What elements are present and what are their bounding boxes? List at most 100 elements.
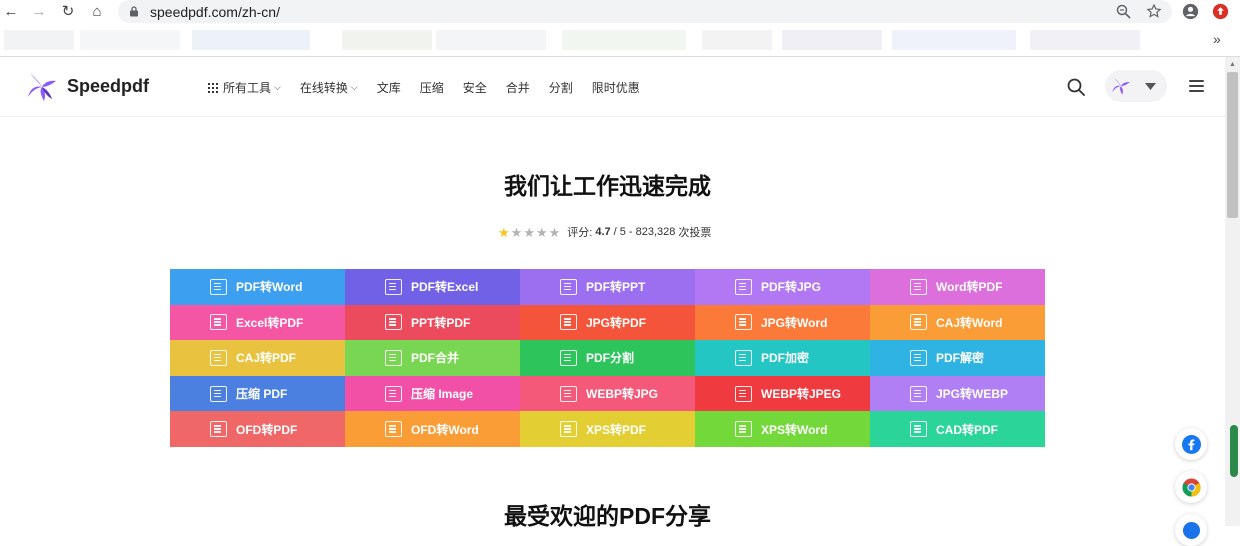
bookmarks-overflow-chevron[interactable]: »	[1213, 31, 1221, 47]
star-filled-icon: ★	[498, 224, 510, 240]
menu-item-7[interactable]: 限时优惠	[592, 79, 640, 96]
home-icon[interactable]: ⌂	[89, 4, 105, 20]
tool-button[interactable]: JPG转Word	[695, 304, 870, 341]
bookmark-item[interactable]	[702, 30, 772, 50]
tool-button[interactable]: JPG转PDF	[520, 304, 695, 341]
tool-button[interactable]: PDF合并	[345, 340, 520, 376]
user-menu[interactable]	[1105, 70, 1167, 102]
tool-button[interactable]: CAJ转PDF	[170, 340, 345, 376]
reload-icon[interactable]: ↻	[60, 4, 76, 20]
chevron-down-icon: ⌵	[350, 82, 358, 92]
bookmark-item[interactable]	[342, 30, 432, 50]
bookmark-item[interactable]	[1030, 30, 1140, 50]
chrome-icon	[1181, 477, 1201, 497]
document-icon	[385, 278, 402, 295]
share-button[interactable]	[1175, 514, 1207, 546]
search-icon[interactable]	[1066, 77, 1086, 97]
menu-item-3[interactable]: 压缩	[420, 79, 444, 96]
tool-button[interactable]: PDF转JPG	[695, 269, 870, 305]
tool-button[interactable]: 压缩 PDF	[170, 375, 345, 412]
menu-item-4[interactable]: 安全	[463, 79, 487, 96]
tool-button[interactable]: CAJ转Word	[870, 304, 1045, 341]
caret-down-icon	[1145, 82, 1156, 90]
chevron-down-icon: ⌵	[274, 82, 281, 92]
document-icon	[210, 278, 227, 295]
tool-button[interactable]: XPS转PDF	[520, 411, 695, 447]
tool-button[interactable]: Excel转PDF	[170, 304, 345, 341]
tool-button[interactable]: PDF解密	[870, 340, 1045, 376]
tool-button[interactable]: 压缩 Image	[345, 375, 520, 412]
bookmark-item[interactable]	[782, 30, 882, 50]
bookmark-item[interactable]	[562, 30, 686, 50]
document-icon	[560, 385, 577, 402]
zoom-icon[interactable]	[1116, 4, 1131, 19]
document-icon	[210, 385, 227, 402]
tool-label: XPS转PDF	[586, 422, 647, 437]
menu-item-label: 安全	[462, 81, 487, 95]
tool-button[interactable]: PDF转Word	[170, 269, 345, 305]
tool-button[interactable]: PDF分割	[520, 340, 695, 376]
document-icon	[910, 349, 927, 366]
forward-arrow-icon[interactable]: →	[31, 4, 47, 20]
speedpdf-logo-icon[interactable]	[26, 71, 58, 103]
back-arrow-icon[interactable]: ←	[3, 4, 19, 20]
menu-item-1[interactable]: 在线转换 ⌵	[300, 79, 358, 96]
tool-button[interactable]: OFD转PDF	[170, 411, 345, 447]
menu-item-5[interactable]: 合并	[506, 79, 530, 96]
bookmark-item[interactable]	[4, 30, 74, 50]
chrome-share-button[interactable]	[1175, 471, 1207, 503]
tool-button[interactable]: PDF转Excel	[345, 269, 520, 305]
menu-item-0[interactable]: 所有工具 ⌵	[208, 79, 281, 96]
scroll-up-arrow-icon[interactable]: ▲	[1229, 61, 1236, 68]
document-icon	[560, 349, 577, 366]
tool-button[interactable]: WEBP转JPEG	[695, 375, 870, 412]
scrollbar-thumb[interactable]	[1227, 72, 1238, 218]
document-icon	[560, 314, 577, 331]
bookmark-star-icon[interactable]	[1146, 3, 1162, 19]
bookmark-item[interactable]	[192, 30, 310, 50]
tools-grid: PDF转Word PDF转Excel PDF转PPT PDF转JPG Word转PDF E…	[170, 269, 1045, 447]
tool-button[interactable]: JPG转WEBP	[870, 375, 1045, 412]
tool-button[interactable]: OFD转Word	[345, 411, 520, 447]
address-bar[interactable]: speedpdf.com/zh-cn/	[118, 0, 1172, 23]
menu-item-label: 在线转换	[299, 81, 348, 95]
tool-label: PDF转PPT	[586, 280, 646, 295]
document-icon	[385, 385, 402, 402]
profile-icon[interactable]	[1182, 3, 1199, 20]
share-panel-handle[interactable]	[1230, 425, 1238, 477]
tool-label: OFD转PDF	[236, 422, 298, 437]
star-rating: ★ ★ ★ ★ ★	[498, 226, 561, 239]
url-text: speedpdf.com/zh-cn/	[150, 3, 280, 20]
tool-button[interactable]: XPS转Word	[695, 411, 870, 447]
tool-label: WEBP转JPG	[586, 387, 659, 402]
tool-button[interactable]: WEBP转JPG	[520, 375, 695, 412]
bookmark-item[interactable]	[436, 30, 546, 50]
menu-item-2[interactable]: 文库	[377, 79, 401, 96]
facebook-share-button[interactable]	[1175, 428, 1207, 460]
rating-label: 评分:	[567, 227, 593, 239]
menu-item-6[interactable]: 分割	[549, 79, 573, 96]
main-menu: 所有工具 ⌵ 在线转换 ⌵ 文库 压缩 安全 合并 分割 限时优惠	[208, 79, 659, 96]
tool-label: CAJ转PDF	[236, 351, 297, 366]
rating-votes-suffix: 次投票	[678, 227, 712, 239]
tool-button[interactable]: Word转PDF	[870, 269, 1045, 305]
update-icon[interactable]	[1212, 3, 1229, 20]
bookmark-item[interactable]	[892, 30, 1016, 50]
tool-label: PDF转JPG	[761, 280, 822, 295]
document-icon	[560, 278, 577, 295]
tool-button[interactable]: CAD转PDF	[870, 411, 1045, 447]
document-icon	[735, 385, 752, 402]
tool-button[interactable]: PPT转PDF	[345, 304, 520, 341]
tool-button[interactable]: PDF加密	[695, 340, 870, 376]
document-icon	[735, 278, 752, 295]
rating-scale: / 5 -	[613, 226, 633, 238]
bookmark-item[interactable]	[80, 30, 180, 50]
tool-label: PDF转Word	[236, 280, 303, 295]
document-icon	[735, 314, 752, 331]
tool-button[interactable]: PDF转PPT	[520, 269, 695, 305]
share-icon	[1182, 521, 1200, 539]
hamburger-menu-icon[interactable]	[1189, 80, 1204, 92]
star-empty-icon: ★	[548, 224, 561, 240]
grid-icon	[208, 82, 218, 93]
brand-name[interactable]: Speedpdf	[67, 76, 149, 97]
